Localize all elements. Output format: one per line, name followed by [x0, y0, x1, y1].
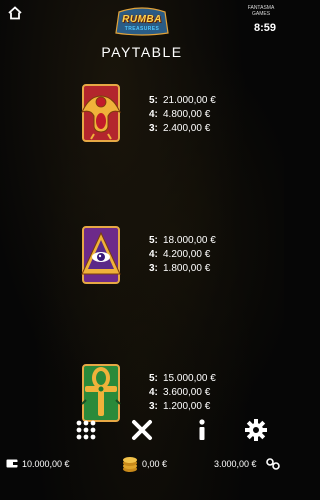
- game-logo: RUMBA TREASURES: [113, 6, 171, 36]
- payout-row: 5: 21.000,00 €: [149, 95, 216, 106]
- balance-value: 10.000,00 €: [22, 459, 70, 469]
- payout-row: 4: 3.600,00 €: [149, 387, 211, 398]
- info-icon[interactable]: [190, 418, 214, 442]
- close-icon[interactable]: [130, 418, 154, 442]
- top-bar: RUMBA TREASURES FANTASMA GAMES 8:59: [0, 0, 284, 40]
- status-bar: 10.000,00 € 0,00 € 3.000,00 €: [0, 452, 284, 476]
- gear-icon[interactable]: [244, 418, 268, 442]
- grid-menu-icon[interactable]: [74, 418, 98, 442]
- home-icon[interactable]: [8, 6, 22, 20]
- control-bar: [0, 416, 284, 444]
- payout-row: 3: 1.200,00 €: [149, 401, 211, 412]
- payout-row: 4: 4.800,00 €: [149, 109, 211, 120]
- page-title: PAYTABLE: [101, 44, 183, 60]
- scarab-payouts: 5: 21.000,00 € 4: 4.800,00 € 3: 2.400,00 €: [149, 94, 249, 136]
- ankh-payouts: 5: 15.000,00 € 4: 3.600,00 € 3: 1.200,00 €: [149, 372, 249, 414]
- brand-logo: FANTASMA GAMES: [247, 5, 275, 17]
- bet-value: 3.000,00 €: [214, 459, 257, 469]
- payout-row: 3: 1.800,00 €: [149, 263, 211, 274]
- ankh-icon: [81, 364, 121, 422]
- payout-row: 5: 18.000,00 €: [149, 235, 216, 246]
- clock: 8:59: [253, 22, 276, 34]
- chain-icon[interactable]: [266, 458, 280, 470]
- logo-title: RUMBA: [122, 14, 162, 25]
- payout-row: 4: 4.200,00 €: [149, 249, 211, 260]
- wallet-icon: [6, 459, 18, 468]
- logo-subtitle: TREASURES: [124, 26, 160, 32]
- payout-row: 5: 15.000,00 €: [149, 373, 216, 384]
- scarab-icon: [81, 84, 121, 142]
- coins-icon: [123, 457, 137, 472]
- eye-pyramid-payouts: 5: 18.000,00 € 4: 4.200,00 € 3: 1.800,00 €: [149, 234, 249, 276]
- eye-pyramid-icon: [81, 226, 121, 284]
- win-value: 0,00 €: [142, 459, 168, 469]
- payout-row: 3: 2.400,00 €: [149, 123, 211, 134]
